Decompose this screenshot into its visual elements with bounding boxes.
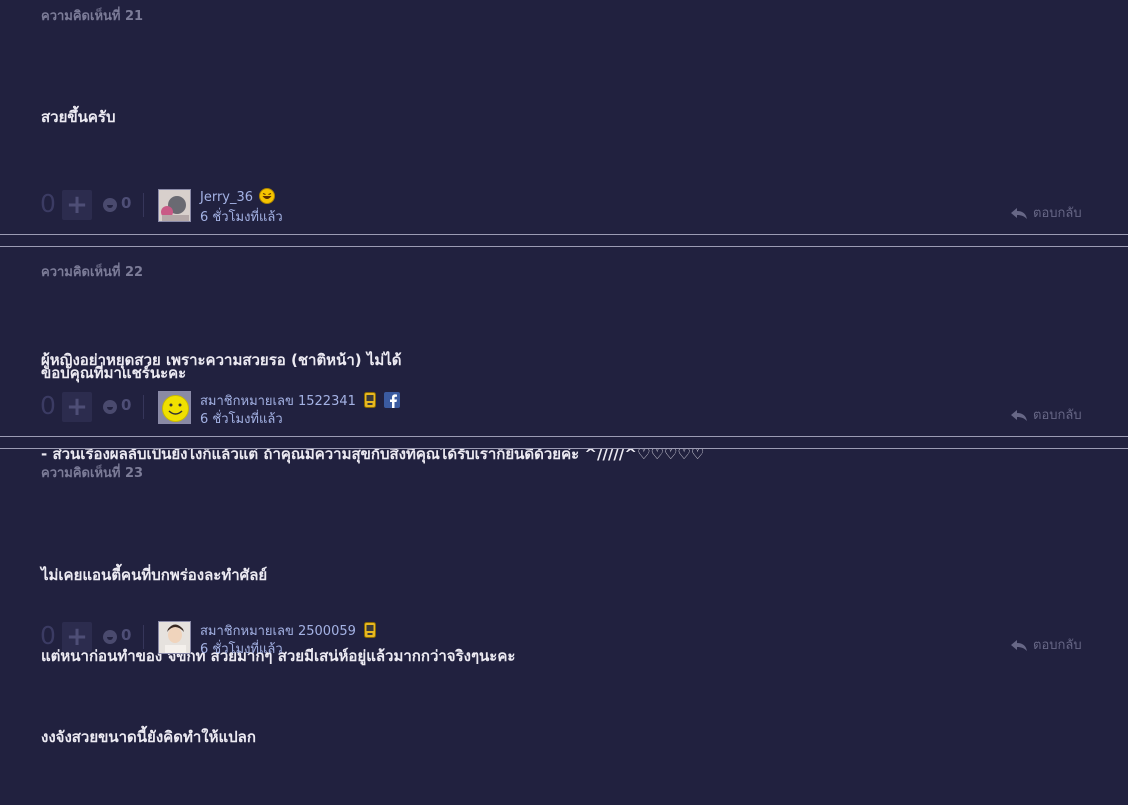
plus-vote-button[interactable]: + [62,392,92,422]
user-name[interactable]: Jerry_36 [200,190,253,205]
avatar[interactable] [158,189,191,222]
user-name-link[interactable]: Jerry_36 [200,188,276,205]
comment-label: ความคิดเห็นที่ 23 [41,466,144,481]
emotion-icon[interactable] [103,400,117,414]
divider [143,395,144,419]
emotion-count: 0 [121,194,132,212]
user-name[interactable]: สมาชิกหมายเลข 1522341 [200,394,356,409]
comment-label: ความคิดเห็นที่ 21 [41,9,144,24]
emotion-icon[interactable] [103,630,117,644]
comment-label: ความคิดเห็นที่ 22 [41,265,144,280]
avatar[interactable] [158,621,191,654]
comment-line: สวยขึ้นครับ [41,108,116,126]
user-name[interactable]: สมาชิกหมายเลข 2500059 [200,624,356,639]
comment-divider [0,436,1128,449]
reply-button[interactable]: ตอบกลับ [1011,404,1082,425]
comment-footer: 0 + 0 สมาชิกหมายเลข 2500059 6 ชั่วโมงที่… [0,621,1128,661]
reply-label: ตอบกลับ [1033,638,1082,653]
divider [143,625,144,649]
plus-vote-button[interactable]: + [62,622,92,652]
vote-count: 0 [40,189,56,218]
comment-line: ไม่เคยแอนตี้คนที่บกพร่องละทำศัลย์ [41,566,268,584]
facebook-icon[interactable] [384,392,401,408]
vote-count: 0 [40,621,56,650]
reply-label: ตอบกลับ [1033,206,1082,221]
reply-icon [1011,640,1027,651]
comment-divider [0,234,1128,247]
laugh-emoji-icon [259,188,276,204]
reply-label: ตอบกลับ [1033,408,1082,423]
reply-button[interactable]: ตอบกลับ [1011,202,1082,223]
emotion-count: 0 [121,626,132,644]
divider [143,193,144,217]
emotion-icon[interactable] [103,198,117,212]
comment-line: ขอบคุณที่มาแชร์นะคะ [41,364,187,382]
reply-icon [1011,410,1027,421]
reply-icon [1011,208,1027,219]
mobile-verified-icon [364,622,377,638]
avatar[interactable] [158,391,191,424]
vote-count: 0 [40,391,56,420]
mobile-verified-icon [364,392,377,408]
post-time: 6 ชั่วโมงที่แล้ว [200,412,283,427]
comment-footer: 0 + 0 Jerry_36 6 ชั่วโมงที่แล้ว ตอบกลับ [0,188,1128,229]
post-time: 6 ชั่วโมงที่แล้ว [200,210,283,225]
reply-button[interactable]: ตอบกลับ [1011,634,1082,655]
plus-vote-button[interactable]: + [62,190,92,220]
emotion-count: 0 [121,396,132,414]
comment-footer: 0 + 0 สมาชิกหมายเลข 1522341 6 ชั่วโมงที่… [0,391,1128,431]
post-time: 6 ชั่วโมงที่แล้ว [200,642,283,657]
comment-line: งงจังสวยขนาดนี้ยังคิดทำให้แปลก [41,728,256,746]
